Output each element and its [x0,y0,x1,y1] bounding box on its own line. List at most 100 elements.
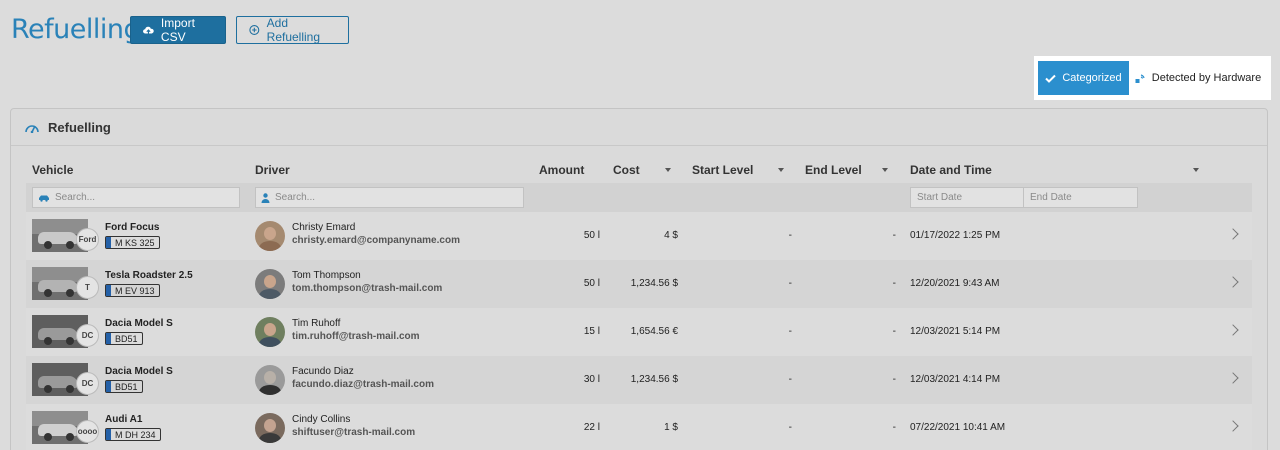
cost-value: 1,234.56 $ [630,278,678,289]
cost-value: 1,654.56 € [630,326,678,337]
avatar [255,413,285,443]
chevron-right-icon[interactable] [1227,228,1239,240]
driver-name: Tim Ruhoff [292,318,341,329]
chevron-right-icon[interactable] [1227,276,1239,288]
date-time-value: 07/22/2021 10:41 AM [910,422,1006,433]
date-time-value: 12/03/2021 5:14 PM [910,326,1001,337]
plate-text: M DH 234 [115,429,156,440]
person-icon [261,192,270,203]
column-header-start-level[interactable]: Start Level [692,163,753,177]
table-row[interactable]: oooo Audi A1 M DH 234 Cindy Collins shif… [26,404,1252,450]
avatar [255,365,285,395]
end-date-input[interactable]: End Date [1023,187,1138,208]
end-level-value: - [892,278,896,289]
driver-email: christy.emard@companyname.com [292,235,460,246]
add-refuelling-button[interactable]: Add Refuelling [236,16,349,44]
import-csv-label: Import CSV [160,16,195,44]
table-row[interactable]: DC Dacia Model S BD51 Tim Ruhoff tim.ruh… [26,308,1252,356]
start-level-value: - [788,230,792,241]
driver-email: shiftuser@trash-mail.com [292,427,416,438]
driver-name: Christy Emard [292,222,356,233]
vehicle-name: Dacia Model S [105,318,173,329]
table-row[interactable]: DC Dacia Model S BD51 Facundo Diaz facun… [26,356,1252,404]
view-toggle: Categorized Detected by Hardware [1034,56,1271,100]
license-plate: M DH 234 [105,428,161,441]
amount-value: 15 l [583,326,600,337]
end-level-value: - [892,374,896,385]
avatar [255,221,285,251]
license-plate: M KS 325 [105,236,160,249]
end-level-value: - [892,326,896,337]
vehicle-name: Ford Focus [105,222,160,233]
hardware-toggle-button[interactable]: Detected by Hardware [1129,61,1267,95]
column-header-driver[interactable]: Driver [255,163,290,177]
categorized-toggle-button[interactable]: Categorized [1038,61,1129,95]
date-time-value: 01/17/2022 1:25 PM [910,230,1001,241]
column-header-end-level[interactable]: End Level [805,163,862,177]
start-date-input[interactable]: Start Date [910,187,1024,208]
plate-text: BD51 [115,381,138,392]
table-row[interactable]: Ford Ford Focus M KS 325 Christy Emard c… [26,212,1252,260]
card-header: Refuelling [11,109,1267,146]
brand-logo: DC [76,324,99,347]
start-level-value: - [788,422,792,433]
end-level-value: - [892,422,896,433]
brand-logo: DC [76,372,99,395]
driver-name: Tom Thompson [292,270,361,281]
vehicle-search-input[interactable]: Search... [32,187,240,208]
brand-logo: Ford [76,228,99,251]
avatar [255,269,285,299]
license-plate: BD51 [105,332,143,345]
column-header-date-time[interactable]: Date and Time [910,163,992,177]
start-level-value: - [788,278,792,289]
driver-name: Cindy Collins [292,414,351,425]
fuel-gauge-icon [25,125,39,133]
vehicle-search-placeholder: Search... [55,192,96,203]
amount-value: 30 l [583,374,600,385]
plate-text: M KS 325 [115,237,155,248]
table-row[interactable]: T Tesla Roadster 2.5 M EV 913 Tom Thomps… [26,260,1252,308]
cost-value: 1 $ [664,422,678,433]
driver-email: tim.ruhoff@trash-mail.com [292,331,420,342]
end-date-placeholder: End Date [1030,192,1072,203]
signal-icon [1135,73,1145,83]
chevron-right-icon[interactable] [1227,324,1239,336]
hardware-label: Detected by Hardware [1151,72,1262,84]
chevron-right-icon[interactable] [1227,372,1239,384]
amount-value: 50 l [583,230,600,241]
card-title: Refuelling [48,119,111,135]
sort-caret-icon[interactable] [1193,168,1199,172]
end-level-value: - [892,230,896,241]
start-date-placeholder: Start Date [917,192,963,203]
sort-caret-icon[interactable] [778,168,784,172]
driver-search-input[interactable]: Search... [255,187,524,208]
amount-value: 22 l [583,422,600,433]
avatar [255,317,285,347]
start-level-value: - [788,374,792,385]
sort-caret-icon[interactable] [882,168,888,172]
driver-name: Facundo Diaz [292,366,354,377]
driver-email: tom.thompson@trash-mail.com [292,283,443,294]
column-header-amount[interactable]: Amount [539,163,584,177]
import-csv-button[interactable]: Import CSV [130,16,226,44]
start-level-value: - [788,326,792,337]
brand-logo: oooo [76,420,99,443]
plus-circle-icon [249,25,260,35]
amount-value: 50 l [583,278,600,289]
add-refuelling-label: Add Refuelling [266,16,321,44]
vehicle-name: Tesla Roadster 2.5 [105,270,193,281]
chevron-right-icon[interactable] [1227,420,1239,432]
vehicle-name: Audi A1 [105,414,143,425]
page-title: Refuelling [11,14,141,45]
driver-search-placeholder: Search... [275,192,316,203]
license-plate: M EV 913 [105,284,160,297]
sort-caret-icon[interactable] [665,168,671,172]
driver-email: facundo.diaz@trash-mail.com [292,379,434,390]
cost-value: 4 $ [664,230,678,241]
column-header-cost[interactable]: Cost [613,163,640,177]
check-icon [1045,74,1057,83]
vehicle-name: Dacia Model S [105,366,173,377]
cost-value: 1,234.56 $ [630,374,678,385]
column-header-vehicle[interactable]: Vehicle [32,163,73,177]
license-plate: BD51 [105,380,143,393]
